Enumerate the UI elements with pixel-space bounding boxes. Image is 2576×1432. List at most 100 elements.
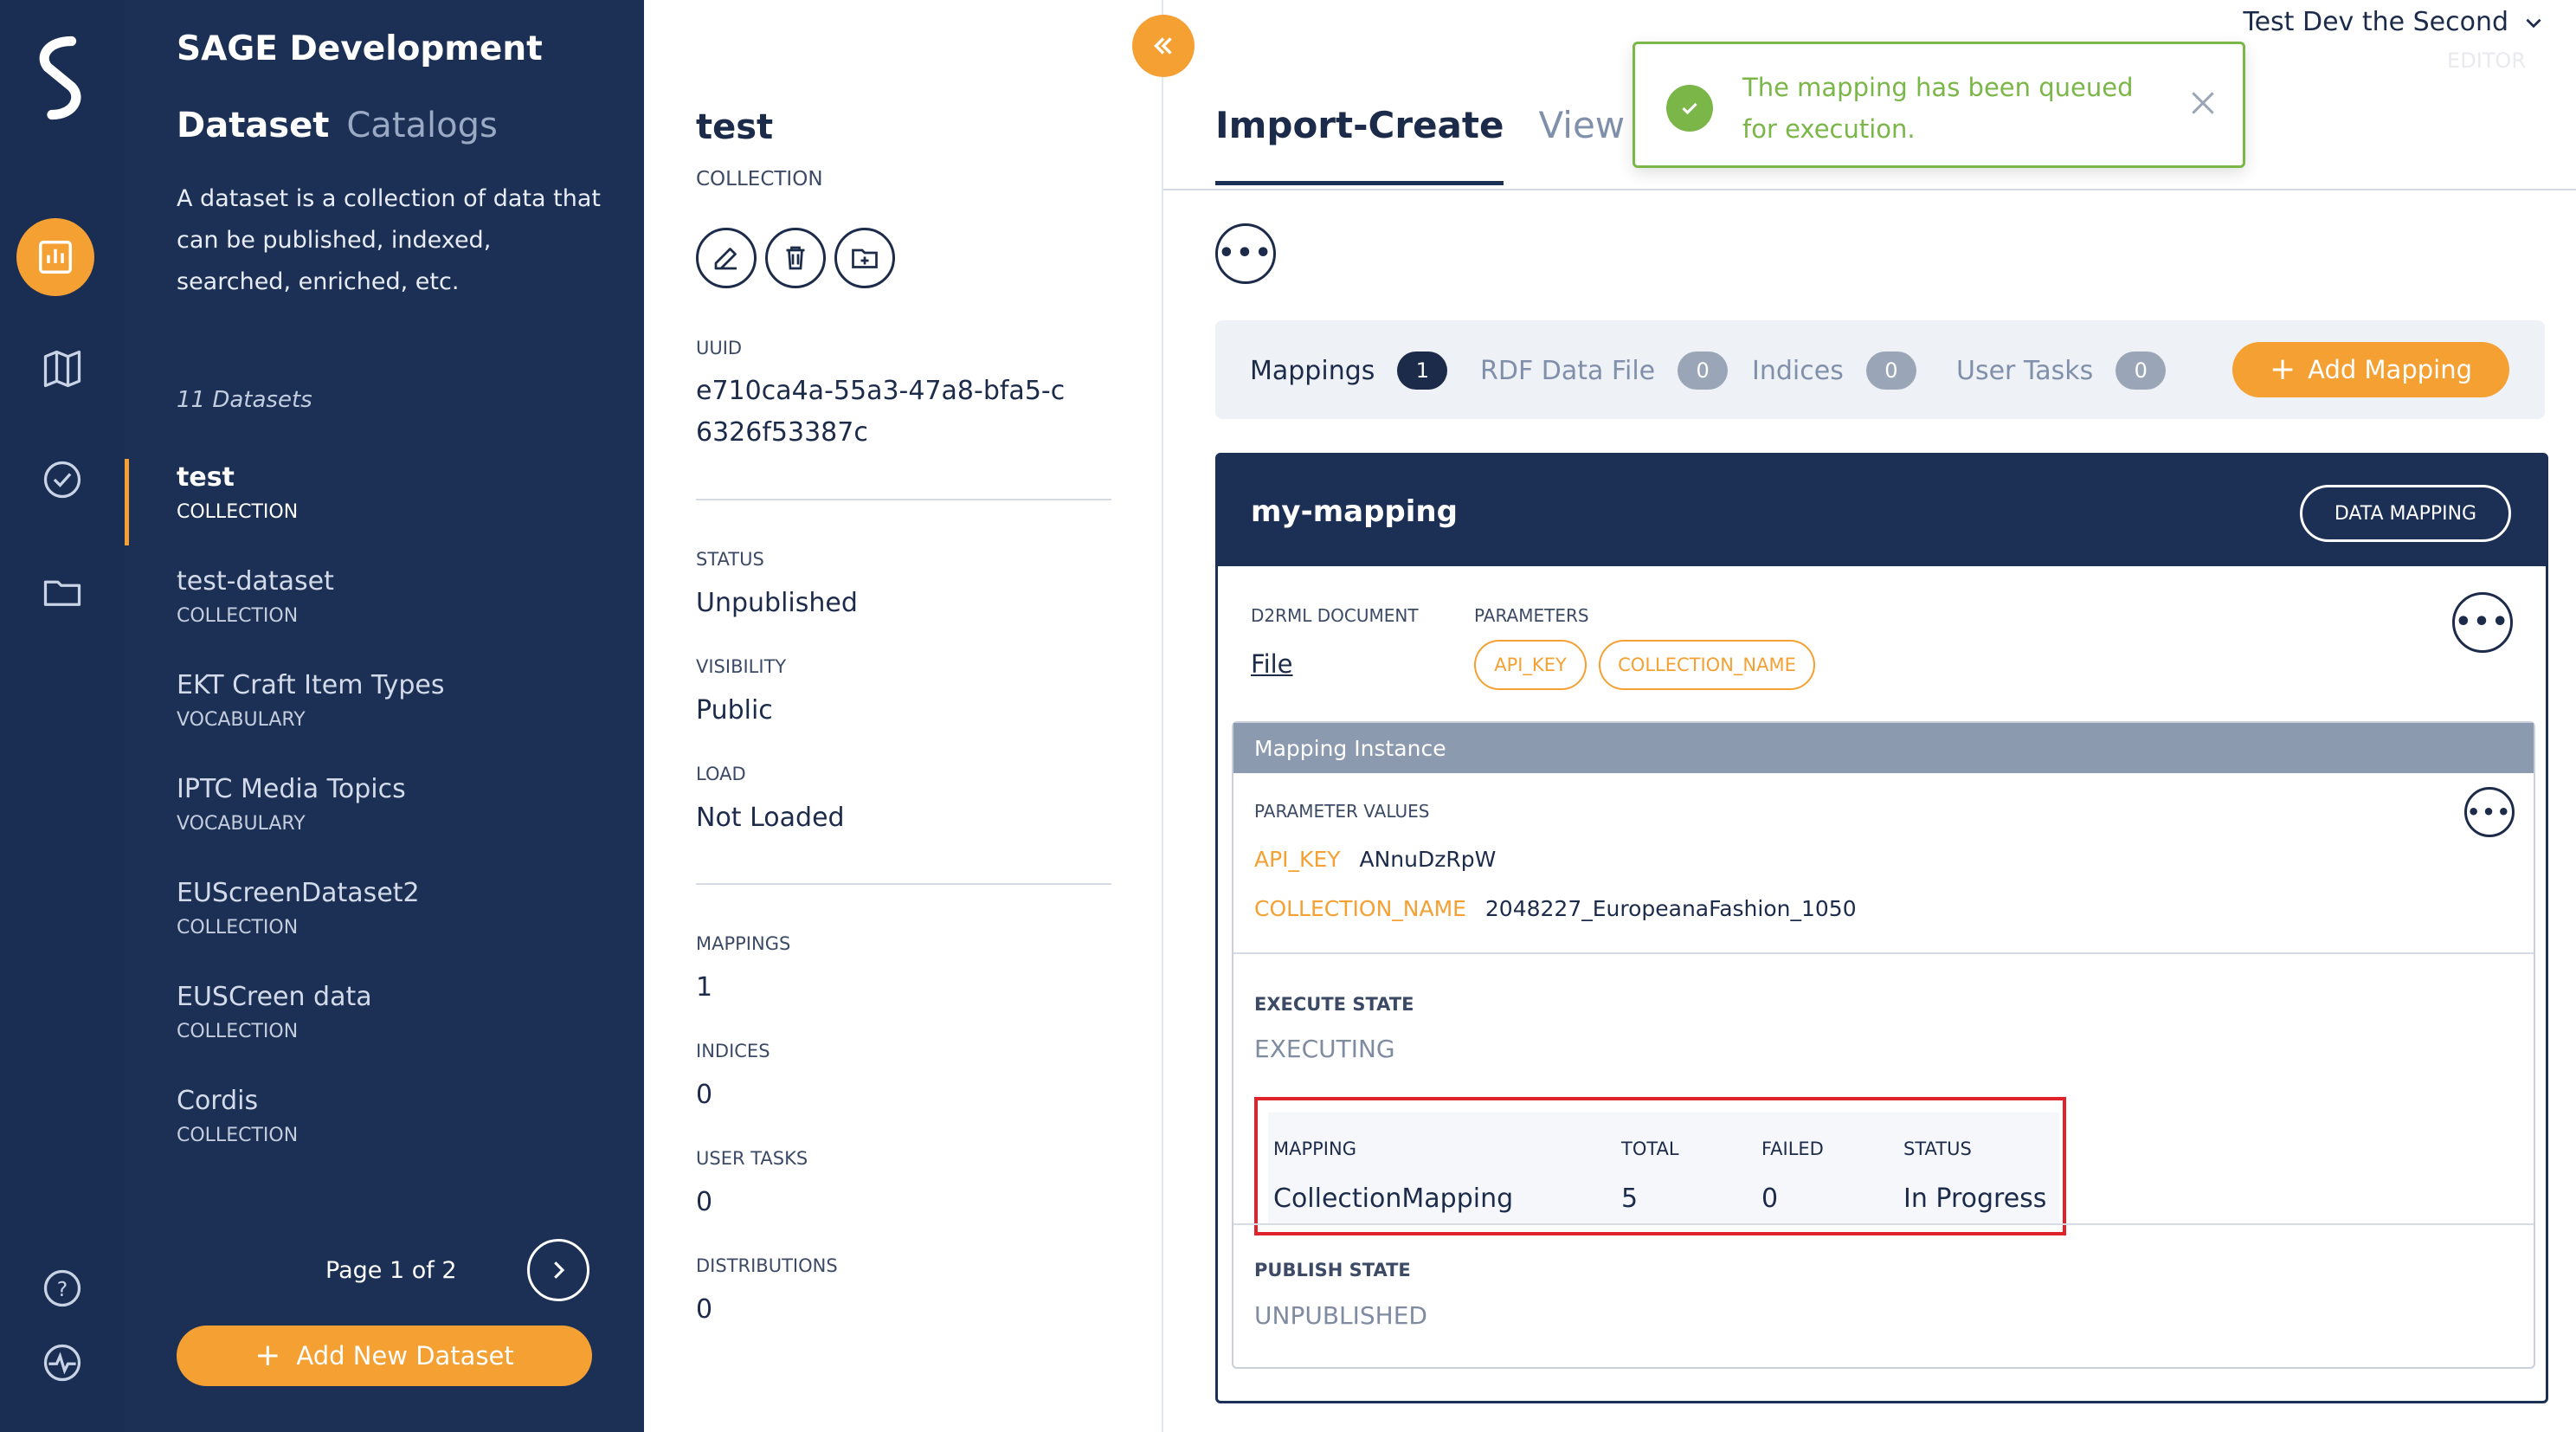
- plus-icon: +: [254, 1338, 281, 1373]
- dataset-item[interactable]: IPTC Media Topics VOCABULARY: [125, 762, 644, 866]
- instance-more-button[interactable]: •••: [2464, 787, 2515, 837]
- file-link[interactable]: File: [1251, 649, 1293, 679]
- cell-status: In Progress: [1903, 1184, 2047, 1214]
- user-menu[interactable]: Test Dev the Second: [2243, 7, 2545, 37]
- mapping-more-button[interactable]: •••: [2452, 592, 2513, 653]
- dataset-item[interactable]: EUSCreen data COLLECTION: [125, 970, 644, 1074]
- uuid-value: e710ca4a-55a3-47a8-bfa5-c6326f53387c: [696, 376, 1066, 448]
- main-content: Test Dev the Second EDITOR Import-Create…: [1163, 0, 2576, 1432]
- add-mapping-button[interactable]: + Add Mapping: [2232, 342, 2509, 397]
- parameter-key: API_KEY: [1254, 847, 1341, 872]
- count-badge: 1: [1397, 352, 1448, 390]
- count-badge: 0: [2116, 352, 2167, 390]
- dashboard-icon[interactable]: [16, 218, 94, 296]
- help-icon[interactable]: ?: [31, 1257, 93, 1319]
- dataset-item-name: EUScreenDataset2: [177, 878, 420, 908]
- sub-tab-user-tasks[interactable]: User Tasks 0: [1956, 352, 2167, 390]
- close-toast-button[interactable]: [2186, 86, 2220, 120]
- dataset-item-type: COLLECTION: [177, 917, 299, 939]
- execute-state-value: EXECUTING: [1254, 1035, 1395, 1063]
- sub-tab-rdf-data-file[interactable]: RDF Data File 0: [1480, 352, 1729, 390]
- status-label: STATUS: [696, 549, 764, 570]
- parameter-pill[interactable]: API_KEY: [1474, 640, 1587, 690]
- datasets-panel: SAGE Development Dataset Catalogs A data…: [125, 0, 644, 1432]
- mapping-name: my-mapping: [1251, 494, 1458, 529]
- dataset-list: test COLLECTION test-dataset COLLECTION …: [125, 450, 644, 1177]
- indices-label: INDICES: [696, 1041, 770, 1061]
- parameter-values-label: PARAMETER VALUES: [1254, 801, 1430, 822]
- add-new-dataset-button[interactable]: + Add New Dataset: [177, 1326, 592, 1386]
- data-mapping-button[interactable]: DATA MAPPING: [2300, 485, 2511, 542]
- more-icon: •••: [2466, 800, 2513, 824]
- mappings-value: 1: [696, 972, 713, 1003]
- dataset-item-type: COLLECTION: [177, 501, 299, 523]
- next-page-button[interactable]: [527, 1239, 589, 1301]
- more-icon: •••: [1218, 238, 1273, 268]
- dataset-item[interactable]: Cordis COLLECTION: [125, 1074, 644, 1177]
- visibility-value: Public: [696, 695, 773, 726]
- dataset-count: 11 Datasets: [177, 387, 312, 413]
- dataset-detail-panel: test COLLECTION UUID e710ca4a-55a3-47a8-…: [644, 0, 1163, 1432]
- dataset-item-name: test: [177, 462, 235, 493]
- dataset-item-type: VOCABULARY: [177, 813, 306, 835]
- add-mapping-label: Add Mapping: [2308, 355, 2472, 384]
- dataset-item-name: EKT Craft Item Types: [177, 670, 445, 700]
- cell-mapping: CollectionMapping: [1273, 1184, 1514, 1214]
- parameter-pill[interactable]: COLLECTION_NAME: [1599, 640, 1815, 690]
- edit-button[interactable]: [696, 228, 757, 288]
- mapping-instance: Mapping Instance ••• PARAMETER VALUES AP…: [1232, 721, 2535, 1369]
- tab-import-create[interactable]: Import-Create: [1215, 104, 1504, 185]
- check-circle-icon[interactable]: [31, 448, 93, 511]
- tab-catalogs[interactable]: Catalogs: [346, 106, 497, 145]
- dataset-item[interactable]: test COLLECTION: [125, 450, 644, 554]
- edit-icon: [714, 248, 737, 270]
- execute-state-label: EXECUTE STATE: [1254, 994, 1414, 1015]
- delete-button[interactable]: [765, 228, 826, 288]
- delete-icon: [786, 246, 805, 270]
- app-brand: SAGE Development: [177, 29, 543, 68]
- toast-message: The mapping has been queued for executio…: [1742, 73, 2134, 144]
- sub-tab-mappings[interactable]: Mappings 1: [1250, 352, 1448, 390]
- dataset-actions: [696, 228, 895, 288]
- distributions-value: 0: [696, 1294, 713, 1325]
- sub-tab-indices[interactable]: Indices 0: [1752, 352, 1916, 390]
- count-badge: 0: [1678, 352, 1729, 390]
- dataset-description: A dataset is a collection of data that c…: [177, 185, 601, 295]
- activity-icon[interactable]: [31, 1332, 93, 1394]
- divider: [696, 499, 1111, 500]
- indices-value: 0: [696, 1080, 713, 1110]
- chevron-right-icon: [554, 1261, 565, 1279]
- chevron-down-icon: [2526, 18, 2541, 28]
- icon-rail: ?: [0, 0, 125, 1432]
- visibility-label: VISIBILITY: [696, 656, 787, 677]
- d2rml-document-label: D2RML DOCUMENT: [1251, 605, 1419, 626]
- dataset-item[interactable]: test-dataset COLLECTION: [125, 554, 644, 658]
- more-options-button[interactable]: •••: [1215, 223, 1276, 284]
- close-icon: [2192, 92, 2214, 114]
- divider: [1233, 1223, 2534, 1225]
- map-icon[interactable]: [31, 338, 93, 400]
- dataset-item[interactable]: EKT Craft Item Types VOCABULARY: [125, 658, 644, 762]
- dataset-item-type: COLLECTION: [177, 605, 299, 627]
- divider: [1233, 952, 2534, 954]
- collapse-panel-button[interactable]: [1132, 15, 1195, 77]
- add-folder-icon: [852, 248, 878, 268]
- load-label: LOAD: [696, 764, 746, 784]
- distributions-label: DISTRIBUTIONS: [696, 1255, 838, 1276]
- divider: [696, 883, 1111, 885]
- column-header-mapping: MAPPING: [1273, 1139, 1356, 1159]
- sub-tab-label: RDF Data File: [1480, 355, 1656, 386]
- more-icon: •••: [2455, 607, 2510, 637]
- mapping-header: my-mapping DATA MAPPING: [1218, 455, 2546, 566]
- column-header-failed: FAILED: [1761, 1139, 1824, 1159]
- mappings-label: MAPPINGS: [696, 933, 791, 954]
- tab-dataset[interactable]: Dataset: [177, 106, 329, 145]
- status-value: Unpublished: [696, 588, 858, 618]
- add-folder-button[interactable]: [834, 228, 895, 288]
- dataset-item[interactable]: EUScreenDataset2 COLLECTION: [125, 866, 644, 970]
- dataset-item-type: COLLECTION: [177, 1125, 299, 1146]
- folder-icon[interactable]: [31, 561, 93, 623]
- parameter-value: ANnuDzRpW: [1359, 847, 1497, 872]
- user-name: Test Dev the Second: [2243, 7, 2508, 37]
- sage-logo-icon[interactable]: [19, 35, 102, 120]
